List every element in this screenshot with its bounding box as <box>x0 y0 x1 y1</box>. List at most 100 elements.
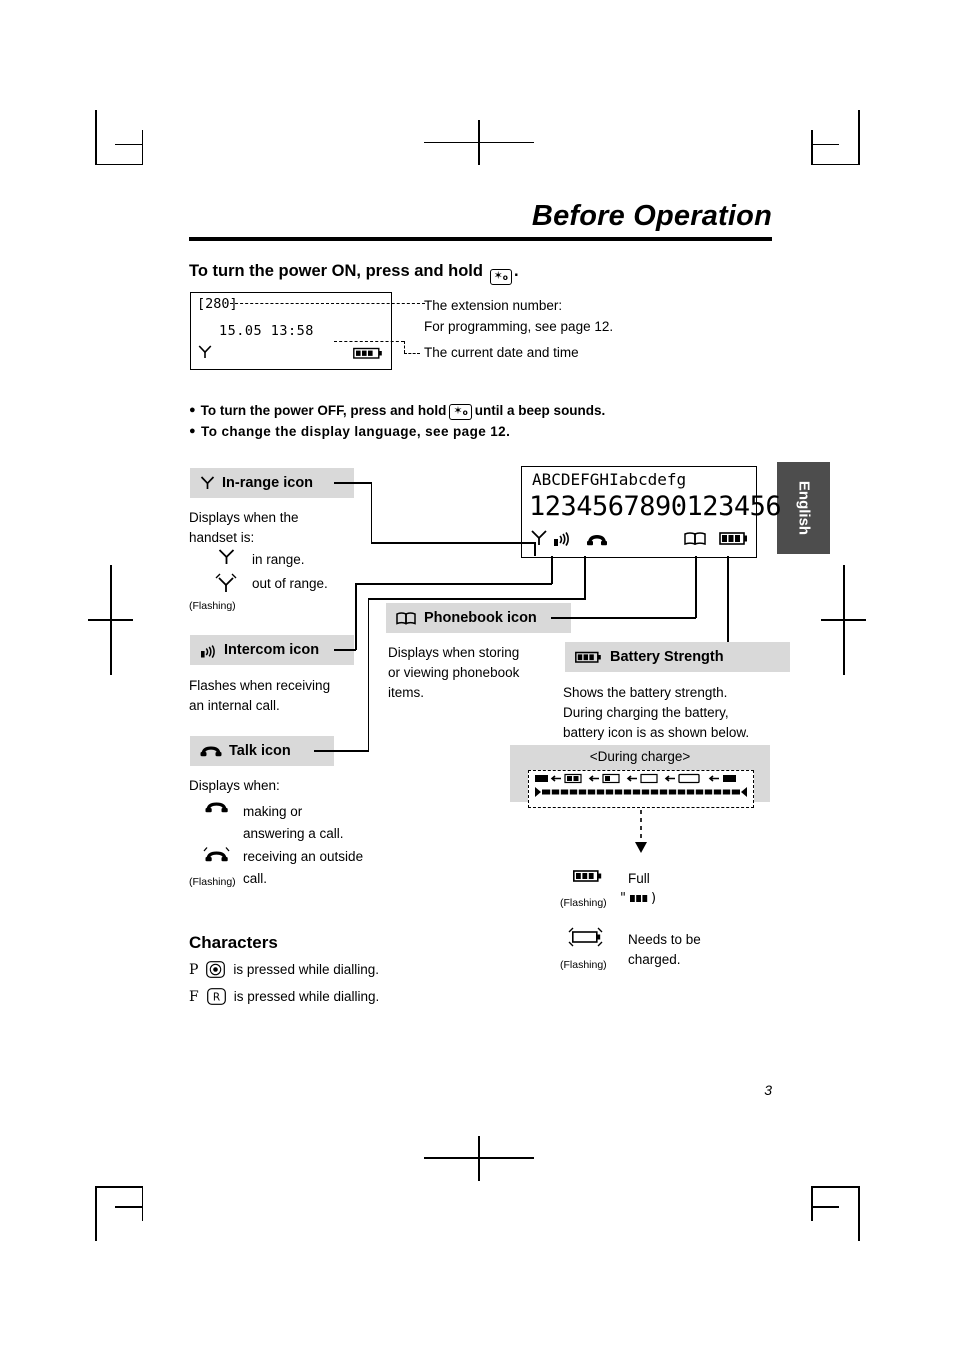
connector-talk-v2 <box>584 556 586 599</box>
bullet-dot: ● <box>189 404 196 416</box>
crop-mark <box>95 163 143 165</box>
connector-in-range <box>334 482 372 484</box>
in-range-flashing-note: (Flashing) <box>189 600 236 612</box>
crop-mark <box>95 110 97 165</box>
side-tab-label: English <box>795 480 812 536</box>
characters-row-recall: F R is pressed while dialling. <box>189 988 379 1005</box>
power-on-heading-period: . <box>513 262 519 280</box>
characters-row-pause: P is pressed while dialling. <box>189 961 379 978</box>
talk-desc-line1: Displays when: <box>189 778 280 793</box>
crop-mark <box>115 143 143 145</box>
talk-desc-making: making or <box>243 804 303 819</box>
phonebook-icon <box>396 611 417 626</box>
bullet-power-off: ● To turn the power OFF, press and hold ✶o… <box>189 403 605 421</box>
phonebook-desc-line2: or viewing phonebook <box>388 665 520 680</box>
connector-intercom-v2 <box>551 556 553 584</box>
talk-desc-call: call. <box>243 871 268 886</box>
label-battery-strength: Battery Strength <box>565 642 790 672</box>
svg-text:": " <box>620 891 626 906</box>
bullet-power-off-text: To turn the power OFF, press and hold <box>200 403 447 418</box>
callout-line-datetime-v <box>404 341 405 353</box>
antenna-icon <box>200 475 215 491</box>
intercom-icon <box>200 642 217 659</box>
recall-key-icon: R <box>206 988 226 1005</box>
during-charge-animation <box>528 770 754 808</box>
connector-phonebook-v <box>695 556 697 618</box>
battery-full-label: Full <box>628 871 650 886</box>
talk-flashing-note: (Flashing) <box>189 876 236 888</box>
power-on-heading-text: To turn the power ON, press and hold <box>189 262 483 280</box>
phonebook-icon <box>684 532 706 546</box>
battery-desc-line3: battery icon is as shown below. <box>563 725 750 740</box>
battery-full-flashing: (Flashing) <box>560 897 607 909</box>
lcd-row-letters: ABCDEFGHIabcdefg <box>532 470 687 489</box>
battery-empty-flashing-note: (Flashing) <box>560 959 607 971</box>
center-mark <box>478 120 480 165</box>
phonebook-desc-line3: items. <box>388 685 425 700</box>
label-intercom-icon: Intercom icon <box>190 635 354 665</box>
power-key-icon: ✶o <box>489 269 512 285</box>
callout-line-datetime <box>334 341 404 342</box>
lcd-icon-row <box>530 529 748 551</box>
connector-in-range-h2 <box>370 542 536 544</box>
crop-mark <box>141 1186 143 1221</box>
power-on-heading: To turn the power ON, press and hold ✶o. <box>189 262 519 286</box>
label-phonebook-text: Phonebook icon <box>424 610 537 626</box>
talk-icon <box>587 535 607 546</box>
center-mark <box>88 619 133 621</box>
charge-sequence-icons <box>535 773 736 784</box>
label-phonebook-icon: Phonebook icon <box>386 603 571 633</box>
bullet-language: ● To change the display language, see pag… <box>189 424 510 439</box>
characters-text-pause: is pressed while dialling. <box>233 962 379 977</box>
talk-icon <box>200 744 222 758</box>
battery-full-icon <box>573 868 605 884</box>
lcd-extension-number: [280] <box>197 296 238 312</box>
label-in-range-text: In-range icon <box>222 475 314 491</box>
in-range-desc-line1: Displays when the <box>189 510 299 525</box>
charge-progress-bar <box>535 787 747 797</box>
bullet-power-off-text2: until a beep sounds. <box>474 403 606 418</box>
during-charge-title: <During charge> <box>589 749 691 764</box>
characters-letter-p: P <box>189 961 199 978</box>
connector-talk-h2 <box>367 598 586 600</box>
talk-flashing-icon <box>203 845 231 863</box>
svg-text:R: R <box>213 992 220 1004</box>
battery-icon <box>719 532 747 545</box>
connector-in-range-v2 <box>534 542 536 556</box>
in-range-icon <box>197 344 213 360</box>
out-of-range-text: out of range. <box>252 576 328 591</box>
callout-extension-line1: The extension number: <box>424 298 563 313</box>
label-talk-text: Talk icon <box>229 743 291 759</box>
battery-desc-line2: During charging the battery, <box>563 705 729 720</box>
in-range-desc-line2: handset is: <box>189 530 255 545</box>
crop-mark <box>115 1206 143 1208</box>
crop-mark <box>95 1186 143 1188</box>
center-mark <box>478 1136 480 1181</box>
connector-talk <box>314 750 369 752</box>
intercom-desc-line2: an internal call. <box>189 698 280 713</box>
battery-full-icon <box>353 346 383 360</box>
talk-desc-outside: receiving an outside <box>243 849 364 864</box>
down-arrow-icon <box>630 810 652 854</box>
connector-intercom <box>334 649 356 651</box>
page-title: Before Operation <box>531 200 772 232</box>
connector-battery-v <box>727 556 729 642</box>
crop-mark <box>858 110 860 165</box>
crop-mark <box>811 1186 859 1188</box>
lcd-date-time: 15.05 13:58 <box>219 323 314 339</box>
lcd-sample-main: ABCDEFGHIabcdefg 1234567890123456 <box>521 466 782 558</box>
talk-desc-answering: answering a call. <box>243 826 344 841</box>
side-tab-english: English <box>777 462 830 554</box>
page-number: 3 <box>764 1082 772 1098</box>
battery-needs-charge-line1: Needs to be <box>628 932 701 947</box>
in-range-state-on-text: in range. <box>252 552 305 567</box>
battery-full-flashing-icon: " ) <box>618 888 668 908</box>
crop-mark <box>811 130 813 165</box>
page-root: Before Operation To turn the power ON, p… <box>0 0 954 1351</box>
callout-extension-line2: For programming, see page 12. <box>424 319 614 334</box>
title-rule <box>189 237 772 241</box>
label-talk-icon: Talk icon <box>190 736 334 766</box>
talk-icon <box>205 800 229 814</box>
crop-mark <box>858 1186 860 1241</box>
intercom-icon <box>554 532 569 546</box>
